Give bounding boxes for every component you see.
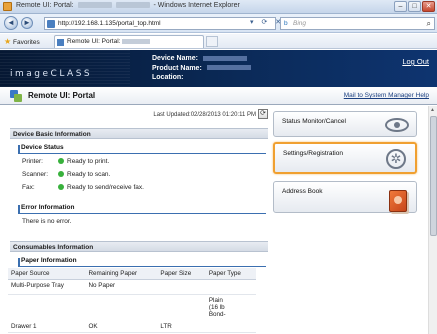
card-label: Settings/Registration: [283, 150, 343, 157]
redacted-text: [115, 2, 150, 9]
device-banner: imageCLASS Device Name: Product Name: Lo…: [0, 50, 437, 87]
scroll-up-icon[interactable]: ▲: [430, 107, 435, 113]
eye-icon: [385, 118, 409, 132]
maximize-button[interactable]: □: [408, 1, 421, 12]
cell-source: Multi-Purpose Tray: [8, 279, 86, 295]
redacted-text: [202, 55, 247, 61]
favorites-bar: ★ Favorites Remote UI: Portal:: [0, 34, 437, 49]
bing-icon: b: [284, 20, 288, 27]
table-header-row: Paper Source Remaining Paper Paper Size …: [8, 268, 256, 280]
tab-title: Remote UI: Portal:: [67, 38, 121, 45]
star-icon: ★: [4, 37, 12, 46]
back-button[interactable]: ◄: [4, 16, 18, 30]
cell-size: [157, 279, 206, 295]
status-label: Scanner:: [22, 171, 49, 178]
browser-tab[interactable]: Remote UI: Portal:: [54, 35, 204, 48]
column-header: Paper Type: [205, 268, 256, 280]
refresh-icon[interactable]: ⟳: [258, 109, 268, 119]
table-row: Multi-Purpose Tray No Paper: [8, 279, 256, 295]
address-bar[interactable]: http://192.168.1.135/portal_top.html: [44, 17, 276, 30]
redacted-text: [77, 2, 112, 9]
column-header: Paper Size: [157, 268, 206, 280]
url-text[interactable]: http://192.168.1.135/portal_top.html: [58, 20, 161, 27]
paper-table: Paper Source Remaining Paper Paper Size …: [8, 268, 256, 333]
search-box[interactable]: b Bing ⌕: [280, 17, 435, 30]
subheader-paper-info: Paper Information: [18, 257, 266, 267]
subheader-error-info: Error Information: [18, 204, 266, 214]
type-line: Plain: [208, 297, 223, 304]
address-toolbar: ◄ ► http://192.168.1.135/portal_top.html…: [0, 14, 437, 33]
status-row-scanner: Scanner: Ready to scan.: [22, 171, 110, 178]
device-name-label: Device Name:: [152, 55, 198, 62]
new-tab-button[interactable]: [206, 36, 218, 47]
ok-status-icon: [58, 158, 64, 164]
mail-system-manager-link[interactable]: Mail to System Manager Help: [344, 92, 429, 99]
ok-status-icon: [58, 171, 64, 177]
section-header-basic-info: Device Basic Information: [10, 128, 268, 139]
search-icon[interactable]: ⌕: [427, 19, 431, 29]
minimize-button[interactable]: –: [394, 1, 407, 12]
address-book-icon: [389, 190, 407, 212]
close-button[interactable]: ✕: [422, 1, 435, 12]
status-value: Ready to scan.: [67, 171, 111, 178]
redacted-text: [206, 65, 251, 71]
device-info: Device Name: Product Name: Location:: [152, 54, 251, 83]
window-title-suffix: - Windows Internet Explorer: [153, 2, 240, 9]
type-line: Bond-: [208, 311, 226, 318]
cell-remaining: No Paper: [85, 279, 158, 295]
forward-button[interactable]: ►: [21, 17, 33, 29]
status-row-printer: Printer: Ready to print.: [22, 158, 109, 165]
settings-registration-card[interactable]: Settings/Registration ✲: [273, 142, 417, 174]
cell-source: Drawer 1: [8, 294, 86, 333]
status-value: Ready to send/receive fax.: [67, 184, 144, 191]
status-value: Ready to print.: [67, 158, 110, 165]
ok-status-icon: [58, 184, 64, 190]
subheader-device-status: Device Status: [18, 144, 266, 154]
portal-header: Remote UI: Portal Mail to System Manager…: [0, 87, 437, 105]
redacted-text: [122, 38, 151, 44]
product-name-label: Product Name:: [152, 64, 202, 72]
search-input[interactable]: Bing: [293, 20, 306, 27]
logout-link[interactable]: Log Out: [402, 57, 429, 66]
status-label: Fax:: [22, 184, 35, 191]
status-row-fax: Fax: Ready to send/receive fax.: [22, 184, 144, 191]
cell-remaining: OK: [85, 294, 158, 333]
window-titlebar: Remote UI: Portal: - Windows Internet Ex…: [0, 0, 437, 14]
cell-type: [205, 279, 256, 295]
status-label: Printer:: [22, 158, 43, 165]
column-header: Paper Source: [8, 268, 86, 280]
cell-type: Plain (16 lb Bond-: [205, 294, 256, 333]
window-controls: – □ ✕: [394, 1, 435, 12]
page-favicon-icon: [47, 20, 55, 28]
gear-icon: ✲: [386, 149, 406, 169]
page-title: Remote UI: Portal: [28, 91, 96, 100]
tab-favicon-icon: [57, 39, 64, 46]
column-header: Remaining Paper: [85, 268, 158, 280]
error-text: There is no error.: [22, 218, 72, 225]
portal-icon: [10, 90, 22, 102]
scrollbar-thumb[interactable]: [430, 116, 437, 236]
section-header-consumables: Consumables Information: [10, 241, 268, 252]
ie-icon: [3, 2, 12, 11]
window-title-prefix: Remote UI: Portal:: [16, 2, 74, 9]
card-label: Address Book: [282, 188, 323, 195]
favorites-button[interactable]: ★ Favorites: [4, 37, 40, 46]
location-label: Location:: [152, 74, 184, 81]
status-monitor-card[interactable]: Status Monitor/Cancel: [273, 111, 417, 137]
last-updated: Last Updated:02/28/2013 01:20:11 PM: [153, 112, 256, 118]
cell-size: LTR: [157, 294, 206, 333]
card-label: Status Monitor/Cancel: [282, 118, 346, 125]
favorites-label: Favorites: [12, 39, 40, 46]
window-title: Remote UI: Portal: - Windows Internet Ex…: [16, 2, 240, 9]
vertical-scrollbar[interactable]: ▲: [428, 106, 437, 334]
table-row: Drawer 1 OK LTR Plain (16 lb Bond-: [8, 294, 256, 333]
type-line: (16 lb: [208, 304, 225, 311]
address-book-card[interactable]: Address Book: [273, 181, 417, 213]
product-logo: imageCLASS: [10, 69, 93, 79]
